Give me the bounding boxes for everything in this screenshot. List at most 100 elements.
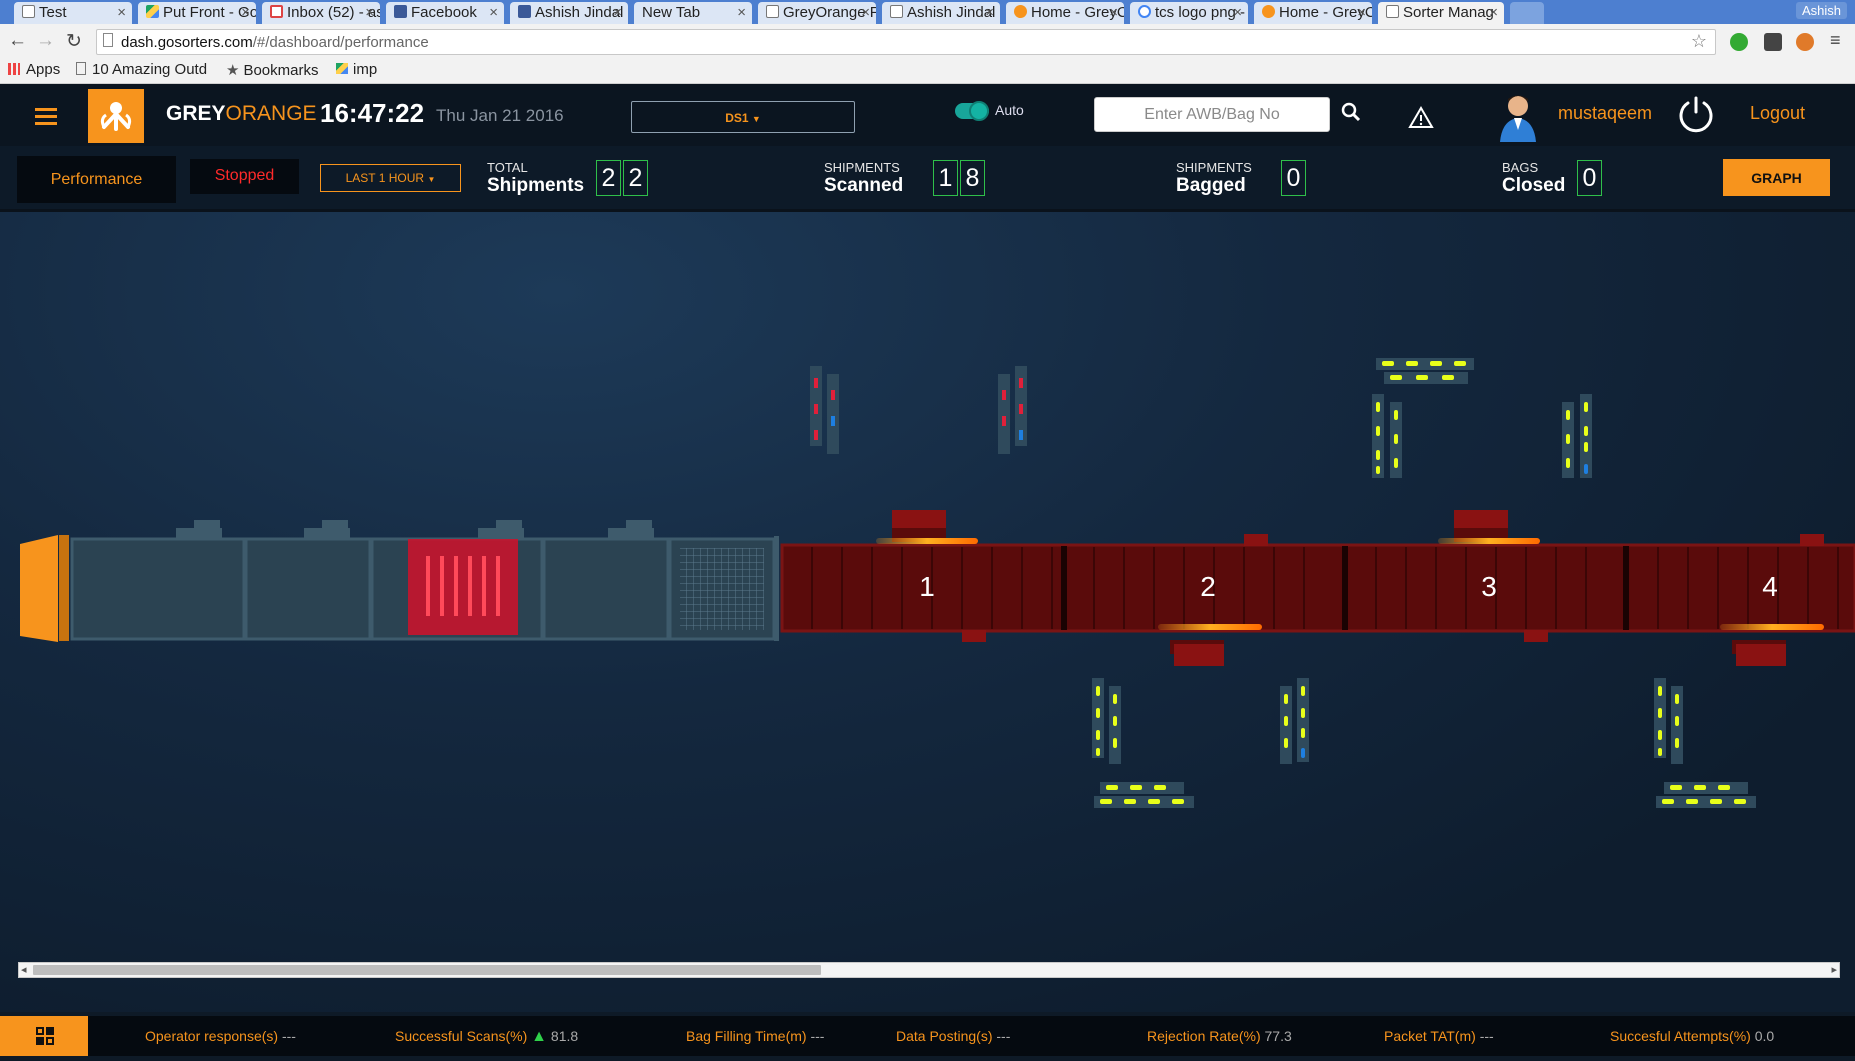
bookmark-item[interactable]: 10 Amazing Outd <box>76 61 207 78</box>
extension-icon[interactable] <box>1730 33 1748 51</box>
browser-tab[interactable]: Put Front - Go × <box>138 2 256 24</box>
search-icon[interactable] <box>1339 100 1363 124</box>
browser-tab[interactable]: tcs logo png - × <box>1130 2 1248 24</box>
browser-tab[interactable]: Test × <box>14 2 132 24</box>
url-field[interactable]: dash.gosorters.com/#/dashboard/performan… <box>96 29 1716 55</box>
close-icon[interactable]: × <box>365 4 374 21</box>
menu-icon[interactable]: ≡ <box>1830 30 1841 51</box>
section-label-3: 3 <box>1481 571 1497 602</box>
drive-icon <box>146 5 159 18</box>
browser-tab[interactable]: New Tab × <box>634 2 752 24</box>
close-icon[interactable]: × <box>737 4 746 21</box>
tab-title: Test <box>39 4 67 21</box>
kpi-packet-tat: Packet TAT(m) --- <box>1384 1028 1494 1044</box>
sorter-select[interactable]: DS1 ▼ <box>631 101 855 133</box>
facebook-icon <box>394 5 407 18</box>
graph-button[interactable]: GRAPH <box>1723 159 1830 196</box>
logout-link[interactable]: Logout <box>1750 103 1805 124</box>
close-icon[interactable]: × <box>985 4 994 21</box>
app-header: GREYORANGE 16:47:22 Thu Jan 21 2016 DS1 … <box>0 84 1855 146</box>
address-bar: ← → ↻ dash.gosorters.com/#/dashboard/per… <box>0 24 1855 58</box>
camera-heads <box>176 520 654 538</box>
browser-tab[interactable]: Inbox (52) - as × <box>262 2 380 24</box>
profile-chip[interactable]: Ashish <box>1795 2 1847 19</box>
auto-mode-toggle[interactable] <box>955 101 989 121</box>
kpi-successful-attempts: Succesful Attempts(%) 0.0 <box>1610 1028 1775 1044</box>
browser-tab[interactable]: Ashish Jindal × <box>882 2 1000 24</box>
browser-tab-strip: Test × Put Front - Go × Inbox (52) - as × F… <box>0 0 1855 24</box>
close-icon[interactable]: × <box>613 4 622 21</box>
status-badge: Stopped <box>190 159 299 194</box>
username[interactable]: mustaqeem <box>1558 103 1652 124</box>
browser-tab[interactable]: Ashish Jindal × <box>510 2 628 24</box>
back-icon[interactable]: ← <box>8 30 27 52</box>
extension-icon[interactable] <box>1764 33 1782 51</box>
time-range-select[interactable]: LAST 1 HOUR ▼ <box>320 164 461 192</box>
page-icon <box>103 33 113 47</box>
shipments-scanned-digit: 1 <box>933 160 958 196</box>
close-icon[interactable]: × <box>241 4 250 21</box>
reload-icon[interactable]: ↻ <box>66 30 82 53</box>
shipments-scanned-digit: 8 <box>960 160 985 196</box>
shipments-bagged-label: SHIPMENTS Bagged <box>1176 160 1252 196</box>
scrollbar-thumb[interactable] <box>33 965 821 975</box>
browser-tab[interactable]: Facebook × <box>386 2 504 24</box>
warning-icon[interactable] <box>1408 105 1434 129</box>
infeed-loader[interactable] <box>20 535 58 642</box>
induction-belt[interactable] <box>244 537 372 641</box>
section-label-4: 4 <box>1762 571 1778 602</box>
chute-bin-yellow[interactable] <box>1280 678 1309 764</box>
chute-bin-yellow[interactable] <box>1376 358 1474 384</box>
doc-icon <box>766 5 779 18</box>
forward-icon[interactable]: → <box>36 30 55 52</box>
doc-icon <box>1386 5 1399 18</box>
chute-bin-red[interactable] <box>998 366 1027 454</box>
diverter-top[interactable] <box>876 510 978 544</box>
induction-belt[interactable] <box>70 537 246 641</box>
chute-bin-yellow[interactable] <box>1562 394 1592 478</box>
new-tab-button[interactable] <box>1510 2 1544 24</box>
chute-bin-yellow[interactable] <box>1654 678 1756 808</box>
scanner-active[interactable] <box>408 539 518 635</box>
doc-icon <box>890 5 903 18</box>
close-icon[interactable]: × <box>1109 4 1118 21</box>
chute-bin-red[interactable] <box>810 366 839 454</box>
diverter-top[interactable] <box>1438 510 1540 544</box>
avatar[interactable] <box>1498 90 1538 142</box>
browser-tab-active[interactable]: Sorter Manag × <box>1378 2 1504 24</box>
star-icon: ★ <box>226 62 240 79</box>
close-icon[interactable]: × <box>861 4 870 21</box>
total-shipments-label: TOTAL Shipments <box>487 160 585 196</box>
chute-bin-yellow[interactable] <box>1092 678 1194 808</box>
greyorange-icon <box>1262 5 1275 18</box>
browser-tab[interactable]: Home - GreyC × <box>1254 2 1372 24</box>
dws-grid <box>680 548 764 630</box>
bookmark-item[interactable]: ★ Bookmarks <box>226 61 318 79</box>
hamburger-menu-icon[interactable] <box>35 108 57 129</box>
extension-icon[interactable] <box>1796 33 1814 51</box>
browser-tab[interactable]: Home - GreyC × <box>1006 2 1124 24</box>
total-shipments-digit: 2 <box>596 160 621 196</box>
dashboard-grid-button[interactable] <box>0 1016 88 1056</box>
close-icon[interactable]: × <box>1489 4 1498 21</box>
scroll-right-icon[interactable]: ▸ <box>1831 963 1837 976</box>
horizontal-scrollbar[interactable]: ◂ ▸ <box>18 962 1840 978</box>
induction-belt[interactable] <box>542 537 670 641</box>
close-icon[interactable]: × <box>1233 4 1242 21</box>
star-icon[interactable]: ☆ <box>1691 31 1707 52</box>
browser-tab[interactable]: GreyOrange F × <box>758 2 876 24</box>
total-shipments-digit: 2 <box>623 160 648 196</box>
close-icon[interactable]: × <box>117 4 126 21</box>
awb-search-input[interactable] <box>1094 97 1330 132</box>
conveyor-belt[interactable] <box>780 543 1855 633</box>
bookmark-item[interactable]: imp <box>336 61 377 78</box>
chute-bin-yellow[interactable] <box>1372 394 1402 478</box>
close-icon[interactable]: × <box>1357 4 1366 21</box>
main-conveyor: 1 2 3 4 <box>780 543 1855 633</box>
tab-performance[interactable]: Performance <box>17 156 176 203</box>
close-icon[interactable]: × <box>489 4 498 21</box>
apps-bookmark[interactable]: Apps <box>8 61 60 78</box>
power-icon[interactable] <box>1676 94 1716 134</box>
scroll-left-icon[interactable]: ◂ <box>21 963 27 976</box>
logo-mark-icon <box>100 102 132 131</box>
